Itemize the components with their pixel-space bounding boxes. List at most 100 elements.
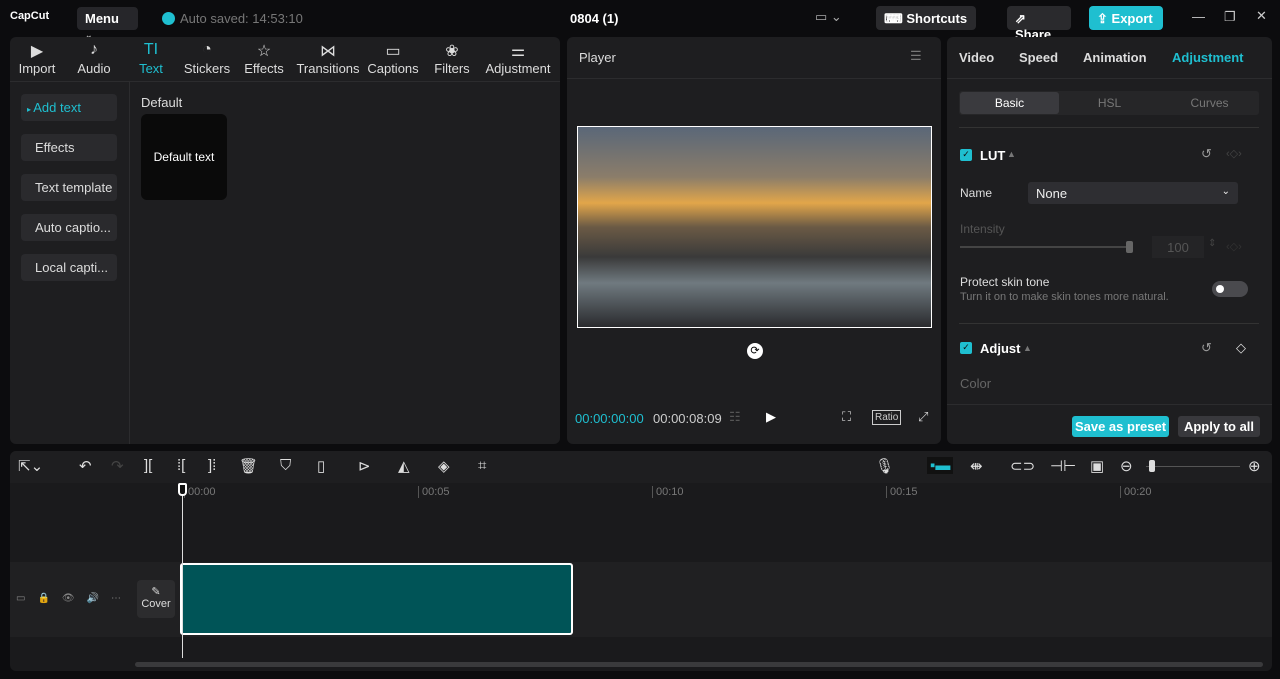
tab-label: Captions bbox=[367, 61, 419, 76]
sidebar-item[interactable]: Text template bbox=[21, 174, 117, 201]
reverse-icon[interactable]: ⊳ bbox=[358, 457, 371, 475]
mirror-icon[interactable]: ◭ bbox=[398, 457, 410, 475]
tab-video[interactable]: Video bbox=[959, 50, 994, 65]
intensity-label: Intensity bbox=[960, 222, 1005, 236]
intensity-slider[interactable] bbox=[960, 246, 1130, 248]
reset-icon[interactable]: ↺ bbox=[1201, 340, 1212, 356]
current-time: 00:00:00:00 bbox=[575, 411, 644, 426]
link-icon[interactable]: ⊂⊃ bbox=[1010, 457, 1035, 475]
freeze-icon[interactable]: ▯ bbox=[317, 457, 325, 475]
tab-adjustment[interactable]: ⚌ Adjustment bbox=[478, 41, 558, 76]
zoom-out-icon[interactable]: ⊖ bbox=[1120, 457, 1133, 475]
thumbnail-icon[interactable]: ▣ bbox=[1090, 457, 1104, 475]
menu-button[interactable]: Menu ⌄ bbox=[77, 7, 138, 40]
collapse-icon[interactable]: ▲ bbox=[1023, 343, 1032, 353]
zoom-slider-handle[interactable] bbox=[1149, 460, 1155, 472]
divider bbox=[567, 78, 941, 79]
minimize-icon[interactable]: — bbox=[1192, 9, 1205, 24]
preview-axis-icon[interactable]: ⊣⊢ bbox=[1050, 457, 1076, 475]
divider bbox=[129, 82, 130, 444]
subtab-curves[interactable]: Curves bbox=[1160, 92, 1259, 114]
undo-icon[interactable]: ↶ bbox=[79, 457, 92, 475]
select-tool-icon[interactable]: ⇱⌄ bbox=[18, 457, 43, 475]
share-icon: ⇗ bbox=[1015, 11, 1026, 26]
tab-animation[interactable]: Animation bbox=[1083, 50, 1147, 65]
sidebar-label: Local capti... bbox=[35, 260, 108, 275]
playhead[interactable] bbox=[182, 484, 183, 658]
lut-name-select[interactable]: None ⌄ bbox=[1028, 182, 1238, 204]
tab-label: Text bbox=[139, 61, 163, 76]
playhead-handle[interactable] bbox=[178, 483, 187, 496]
timeline-scrollbar[interactable] bbox=[135, 662, 1263, 667]
tab-speed[interactable]: Speed bbox=[1019, 50, 1058, 65]
timeline-toolbar bbox=[10, 451, 1272, 483]
sidebar-label: Add text bbox=[33, 100, 81, 115]
share-button[interactable]: ⇗ Share bbox=[1007, 6, 1071, 42]
split-icon[interactable]: ][ bbox=[144, 457, 152, 474]
subtab-basic[interactable]: Basic bbox=[960, 92, 1059, 114]
split-right-icon[interactable]: ]⁞ bbox=[208, 457, 216, 474]
protect-skin-toggle[interactable] bbox=[1212, 281, 1248, 297]
play-icon[interactable]: ▶ bbox=[766, 409, 776, 425]
capcut-logo: CapCut bbox=[10, 10, 50, 22]
player-menu-icon[interactable]: ☰ bbox=[910, 48, 922, 64]
time-tick: 00:10 bbox=[652, 486, 684, 498]
export-button[interactable]: ⇪ Export bbox=[1089, 6, 1163, 30]
zoom-slider[interactable] bbox=[1146, 466, 1240, 467]
sidebar-item[interactable]: Auto captio... bbox=[21, 214, 117, 241]
zoom-in-icon[interactable]: ⊕ bbox=[1248, 457, 1261, 475]
sidebar-item[interactable]: ▸ Add text bbox=[21, 94, 117, 121]
sidebar-label: Effects bbox=[35, 140, 75, 155]
project-title: 0804 (1) bbox=[570, 11, 619, 26]
edit-icon: ✎ bbox=[151, 586, 161, 598]
track-controls[interactable]: ▭🔒👁🔊⋯ bbox=[16, 593, 133, 604]
layout-icon[interactable]: ▭ ⌄ bbox=[815, 9, 842, 25]
close-icon[interactable]: ✕ bbox=[1256, 8, 1267, 24]
video-clip[interactable] bbox=[180, 563, 573, 635]
keyboard-icon: ⌨ bbox=[884, 11, 903, 26]
fullscreen-icon[interactable]: ⤢ bbox=[918, 409, 928, 425]
rotate-icon[interactable]: ◈ bbox=[438, 457, 450, 475]
tab-adjustment[interactable]: Adjustment bbox=[1172, 50, 1244, 65]
sidebar-item[interactable]: Local capti... bbox=[21, 254, 117, 281]
ratio-button[interactable]: Ratio bbox=[872, 410, 902, 425]
save-preset-button[interactable]: Save as preset bbox=[1072, 416, 1169, 437]
stepper-icon[interactable]: ⇕ bbox=[1208, 238, 1216, 249]
tab-label: Adjustment bbox=[485, 61, 551, 76]
marker-icon[interactable]: ⛉ bbox=[280, 457, 291, 474]
default-text-card[interactable]: Default text bbox=[141, 114, 227, 200]
crop-icon[interactable]: ⌗ bbox=[478, 457, 486, 474]
lut-title: LUT bbox=[980, 148, 1006, 163]
video-preview[interactable] bbox=[577, 126, 932, 328]
cover-button[interactable]: ✎ Cover bbox=[137, 580, 175, 618]
keyframe-icon[interactable]: ◇ bbox=[1236, 340, 1246, 356]
apply-all-button[interactable]: Apply to all bbox=[1178, 416, 1260, 437]
subtab-hsl[interactable]: HSL bbox=[1060, 92, 1159, 114]
sidebar-item[interactable]: Effects bbox=[21, 134, 117, 161]
divider bbox=[959, 127, 1259, 128]
delete-icon[interactable]: 🗑 bbox=[239, 457, 258, 475]
reset-icon[interactable]: ↺ bbox=[1201, 146, 1212, 162]
shortcuts-button[interactable]: ⌨ Shortcuts bbox=[876, 6, 976, 30]
adjust-checkbox[interactable]: ✓ bbox=[960, 342, 972, 354]
split-left-icon[interactable]: ⁞[ bbox=[177, 457, 185, 474]
cover-label: Cover bbox=[141, 598, 171, 610]
auto-snap-icon[interactable]: ⇼ bbox=[970, 457, 983, 475]
keyframe-icon[interactable]: ‹◇› bbox=[1226, 240, 1242, 253]
timeline-grid-icon[interactable]: ☷ bbox=[729, 409, 741, 425]
shortcuts-label: Shortcuts bbox=[906, 11, 968, 26]
slider-handle[interactable] bbox=[1126, 241, 1133, 253]
protect-skin-title: Protect skin tone bbox=[960, 275, 1050, 289]
redo-icon[interactable]: ↷ bbox=[111, 457, 124, 475]
time-tick: 00:15 bbox=[886, 486, 918, 498]
microphone-icon[interactable]: 🎙 bbox=[875, 457, 894, 475]
fit-icon[interactable]: ⛶ bbox=[842, 409, 851, 425]
collapse-icon[interactable]: ▲ bbox=[1007, 149, 1016, 159]
keyframe-icon[interactable]: ‹◇› bbox=[1226, 147, 1242, 160]
intensity-input[interactable]: 100 bbox=[1152, 236, 1204, 258]
lut-checkbox[interactable]: ✓ bbox=[960, 149, 972, 161]
tab-label: Audio bbox=[77, 61, 111, 76]
rotate-icon[interactable]: ⟳ bbox=[747, 343, 763, 359]
maximize-icon[interactable]: ❐ bbox=[1224, 9, 1236, 25]
main-track-magnet-icon[interactable]: ▪▬ bbox=[927, 457, 954, 474]
